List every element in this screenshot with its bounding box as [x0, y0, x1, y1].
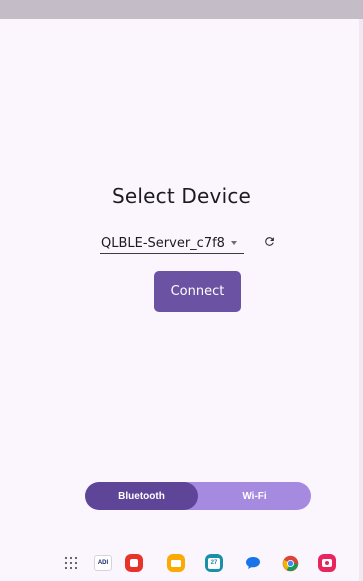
device-dropdown-value: QLBLE-Server_c7f8 [101, 235, 225, 251]
connect-button[interactable]: Connect [154, 271, 241, 312]
calendar-day: 27 [210, 560, 218, 566]
refresh-button[interactable] [261, 233, 277, 249]
calendar-icon[interactable]: 27 [205, 554, 223, 572]
page-title: Select Device [111, 184, 252, 208]
grid-dots-icon [64, 556, 78, 570]
taskbar: ADI 27 [0, 548, 363, 581]
chrome-logo-icon [282, 555, 298, 571]
window-edge [359, 19, 363, 581]
bluetooth-option[interactable]: Bluetooth [85, 482, 198, 510]
device-dropdown[interactable]: QLBLE-Server_c7f8 [100, 233, 244, 254]
messages-icon[interactable] [244, 554, 262, 572]
adi-app-icon[interactable]: ADI [94, 554, 112, 572]
camera-icon[interactable] [318, 554, 336, 572]
red-app-icon[interactable] [125, 554, 143, 572]
system-status-bar [0, 0, 363, 19]
wifi-option[interactable]: Wi-Fi [198, 482, 311, 510]
chat-bubble-icon [246, 557, 260, 569]
chrome-icon[interactable] [281, 554, 299, 572]
connection-type-toggle: Bluetooth Wi-Fi [85, 482, 311, 510]
adi-logo-text: ADI [97, 560, 109, 566]
refresh-icon [264, 236, 274, 246]
app-launcher-icon[interactable] [62, 554, 80, 572]
files-icon[interactable] [167, 554, 185, 572]
chevron-down-icon [230, 241, 237, 245]
